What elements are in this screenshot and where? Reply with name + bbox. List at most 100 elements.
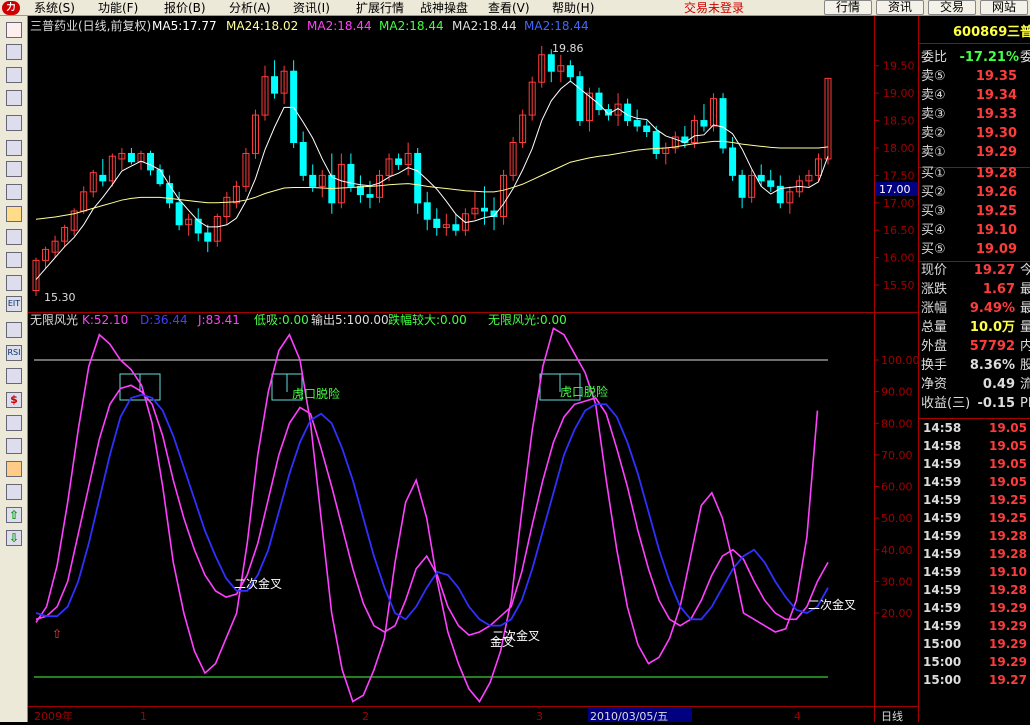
menu-help[interactable]: 帮助(H) [552, 0, 594, 16]
app-logo-icon[interactable]: 力 [2, 1, 20, 15]
main-chart[interactable] [32, 46, 832, 296]
golden-cross-annotation-1: 二次金叉 [234, 576, 282, 591]
candle-body [156, 169, 164, 185]
price-tick-label: 18.50 [883, 115, 915, 128]
low-price-label: 15.30 [44, 291, 76, 304]
candle-body [719, 98, 727, 149]
menu-quote[interactable]: 报价(B) [164, 0, 206, 16]
market-button[interactable]: 行情 [824, 0, 872, 15]
weibi-value: -17.21% [959, 50, 1019, 65]
arrow-up-icon[interactable]: ⇧ [6, 507, 22, 523]
doc-icon[interactable] [6, 184, 22, 200]
bid-level-2[interactable]: 买② 19.26 [919, 184, 1030, 202]
tick-row: 14:59 19.25 [923, 493, 1027, 507]
stat-row-0: 现价 19.27 今 [921, 263, 1030, 278]
exit-icon[interactable]: EIT [6, 296, 22, 312]
drop-label: 跌幅较大:0.00 [388, 312, 467, 327]
sync-icon[interactable] [6, 322, 22, 338]
candle-body [757, 174, 765, 182]
link-icon[interactable] [6, 415, 22, 431]
stock-code: 600869 [953, 25, 1008, 40]
ask-level-1[interactable]: 卖① 19.29 [919, 144, 1030, 162]
escape-annotation-2: 虎口脱险 [560, 384, 608, 399]
menu-info[interactable]: 资讯(I) [293, 0, 330, 16]
chart-area[interactable]: 三普药业(日线,前复权) MA5:17.77 MA24:18.02 MA2:18… [28, 16, 874, 723]
table-alt-icon[interactable] [6, 161, 22, 177]
candle-body [147, 152, 155, 171]
candle-body [423, 202, 431, 220]
candle-body [452, 224, 460, 231]
d-line [35, 393, 829, 627]
grid-icon[interactable] [6, 44, 22, 60]
arrow-down-icon[interactable]: ⇩ [6, 530, 22, 546]
ask-level-2[interactable]: 卖② 19.30 [919, 125, 1030, 143]
k-label: K:52.10 [82, 313, 128, 327]
candle-body [204, 232, 212, 242]
candle-body [433, 218, 441, 228]
news-button[interactable]: 资讯 [876, 0, 924, 15]
tick-row: 14:58 19.05 [923, 439, 1027, 453]
candle-body [175, 202, 183, 226]
rsi-icon[interactable]: RSI [6, 345, 22, 361]
indicator-chart[interactable] [34, 327, 829, 703]
ask-level-5[interactable]: 卖⑤ 19.35 [919, 68, 1030, 86]
indicator-tick-label: 70.00 [881, 449, 913, 462]
line-chart-icon[interactable] [6, 90, 22, 106]
ask-level-3[interactable]: 卖③ 19.33 [919, 106, 1030, 124]
tick-row: 15:00 19.27 [923, 673, 1027, 687]
dollar-icon[interactable]: $ [6, 392, 22, 408]
logo-icon[interactable] [6, 22, 22, 38]
indicator-name: 无限风光 [30, 313, 78, 327]
candle-body [480, 207, 488, 212]
ma24-line [35, 140, 829, 220]
menu-view[interactable]: 查看(V) [488, 0, 530, 16]
bid-level-5[interactable]: 买⑤ 19.09 [919, 241, 1030, 259]
indicator-tick-label: 100.00 [881, 354, 919, 367]
escape-annotation-1: 虎口脱险 [292, 386, 340, 401]
tick-row: 15:00 19.29 [923, 655, 1027, 669]
menu-analysis[interactable]: 分析(A) [229, 0, 271, 16]
trade-login-status[interactable]: 交易未登录 [684, 0, 744, 16]
bid-level-3[interactable]: 买③ 19.25 [919, 203, 1030, 221]
k-line [35, 384, 829, 637]
ma5-label: MA5:17.77 [152, 19, 217, 33]
kline-chart-svg[interactable]: 三普药业(日线,前复权) MA5:17.77 MA24:18.02 MA2:18… [28, 16, 874, 723]
candle-body [624, 103, 632, 122]
left-toolbar: EIT RSI $ ⇧ ⇩ [0, 16, 28, 722]
menu-function[interactable]: 功能(F) [98, 0, 138, 16]
candle-icon[interactable] [6, 115, 22, 131]
menu-system[interactable]: 系统(S) [34, 0, 75, 16]
candle-body [395, 158, 403, 165]
quote-panel: 600869 三普 委比 -17.21% 委 卖⑤ 19.35 卖④ 19.34 卖③ 1… [918, 16, 1030, 722]
bid-level-4[interactable]: 买④ 19.10 [919, 222, 1030, 240]
people-icon[interactable] [6, 229, 22, 245]
menu-zhanshen[interactable]: 战神操盘 [420, 0, 468, 16]
table-icon[interactable] [6, 140, 22, 156]
folder-icon[interactable] [6, 206, 22, 222]
move-icon[interactable] [6, 484, 22, 500]
ask-level-4[interactable]: 卖④ 19.34 [919, 87, 1030, 105]
candle-body [729, 147, 737, 176]
stock-title: 三普药业(日线,前复权) [30, 18, 151, 33]
candle-body [566, 65, 574, 78]
pencil-icon[interactable] [6, 461, 22, 477]
candle-body [652, 131, 660, 154]
j-line [35, 327, 819, 703]
search-icon[interactable] [6, 275, 22, 291]
globe-icon[interactable] [6, 252, 22, 268]
bid-level-1[interactable]: 买① 19.28 [919, 165, 1030, 183]
list-icon[interactable] [6, 67, 22, 83]
candle-body [643, 125, 651, 133]
candle-body [328, 174, 336, 204]
period-label[interactable]: 日线 [881, 709, 903, 723]
stat-row-4: 外盘 57792 内 [921, 339, 1030, 354]
indicator-tick-label: 50.00 [881, 512, 913, 525]
candle-body [547, 54, 555, 72]
menu-extended[interactable]: 扩展行情 [356, 0, 404, 16]
ma-extra-4: MA2:18.44 [524, 19, 589, 33]
website-button[interactable]: 网站 [980, 0, 1028, 15]
trade-button[interactable]: 交易 [928, 0, 976, 15]
import-icon[interactable] [6, 438, 22, 454]
calendar-icon[interactable] [6, 368, 22, 384]
tick-row: 14:59 19.29 [923, 601, 1027, 615]
